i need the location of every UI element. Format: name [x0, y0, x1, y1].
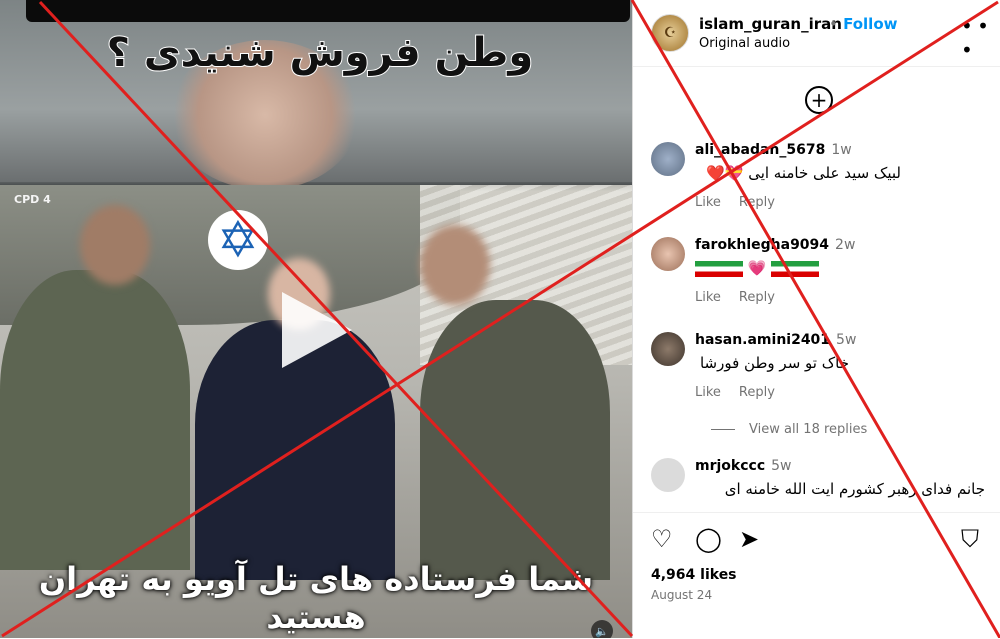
add-icon[interactable]: + — [805, 86, 833, 114]
likes-count[interactable]: 4,964 likes — [651, 567, 737, 583]
avatar[interactable] — [651, 142, 685, 176]
save-bookmark-icon[interactable]: ⛉ — [961, 527, 979, 551]
reply-link[interactable]: Reply — [739, 195, 775, 210]
video-player[interactable]: ✡ CPD 4 وطن فروش شنیدی ؟ شما فرستاده های… — [0, 0, 632, 638]
avatar[interactable] — [651, 332, 685, 366]
comment-text-body: لبیک سید علی خامنه ایی — [748, 164, 901, 182]
comment-icon[interactable]: ◯ — [695, 527, 722, 551]
volume-icon[interactable]: 🔈 — [591, 620, 613, 638]
comment-actions: Like Reply — [695, 290, 793, 305]
post-header: ☪ islam_guran_iran • Follow Original aud… — [633, 0, 1000, 67]
iran-flag-icon — [695, 260, 743, 277]
video-person — [420, 300, 610, 580]
share-icon[interactable]: ➤ — [739, 527, 759, 551]
blurred-face — [420, 225, 490, 305]
avatar[interactable] — [651, 237, 685, 271]
comment-time: 5w — [836, 332, 857, 348]
like-heart-icon[interactable]: ♡ — [651, 527, 673, 551]
comment-time: 5w — [771, 458, 792, 474]
iran-flag-icon — [771, 260, 820, 277]
channel-logo: CPD 4 — [14, 193, 51, 206]
comment-actions: Like Reply — [695, 385, 793, 400]
view-replies-link[interactable]: View all 18 replies — [711, 422, 867, 437]
follow-button[interactable]: • Follow — [829, 15, 897, 33]
star-of-david-icon: ✡ — [208, 210, 268, 270]
post-date: August 24 — [651, 588, 713, 602]
avatar[interactable] — [651, 458, 685, 492]
comment-username-text: hasan.amini2401 — [695, 332, 831, 348]
comment-text: جانم فدای رهبر کشورم ایت الله خامنه ای — [724, 480, 985, 498]
reply-link[interactable]: Reply — [739, 290, 775, 305]
video-top-bar — [26, 0, 630, 22]
audio-label[interactable]: Original audio — [699, 36, 790, 51]
comment-username[interactable]: mrjokccc 5w — [695, 458, 791, 474]
comment-time: 1w — [831, 142, 852, 158]
like-link[interactable]: Like — [695, 385, 721, 400]
avatar[interactable]: ☪ — [651, 14, 689, 52]
play-icon[interactable] — [282, 292, 352, 368]
comment-text: 💗 — [695, 259, 820, 277]
comment-username-text: farokhlegha9094 — [695, 237, 830, 253]
comment-text: لبیک سید علی خامنه ایی 💝❤️ — [706, 164, 901, 182]
heart-icon: 💗 — [747, 259, 767, 277]
comment-username-text: ali_abadan_5678 — [695, 142, 826, 158]
reply-link[interactable]: Reply — [739, 385, 775, 400]
more-options-icon[interactable]: • • • — [961, 14, 1000, 62]
like-link[interactable]: Like — [695, 290, 721, 305]
comment-username-text: mrjokccc — [695, 458, 766, 474]
separator-dot: • — [829, 15, 838, 33]
like-link[interactable]: Like — [695, 195, 721, 210]
follow-label: Follow — [843, 15, 898, 33]
comment-username[interactable]: farokhlegha9094 2w — [695, 237, 855, 253]
post-actions: ♡ ◯ ➤ ⛉ 4,964 likes August 24 — [633, 512, 1000, 639]
video-person — [0, 270, 190, 570]
comment-actions: Like Reply — [695, 195, 793, 210]
comment-time: 2w — [835, 237, 856, 253]
comment-username[interactable]: hasan.amini2401 5w — [695, 332, 856, 348]
comment-username[interactable]: ali_abadan_5678 1w — [695, 142, 852, 158]
post-username[interactable]: islam_guran_iran — [699, 15, 842, 33]
video-caption-top: وطن فروش شنیدی ؟ — [106, 29, 534, 77]
comment-text: خاک تو سر وطن فورشا — [699, 354, 849, 372]
blurred-face — [80, 205, 150, 285]
comment-emojis: 💝❤️ — [706, 164, 744, 182]
post-sidebar: ☪ islam_guran_iran • Follow Original aud… — [632, 0, 1000, 639]
video-caption-bottom: شما فرستاده های تل آویو به تهران هستید — [38, 560, 594, 636]
